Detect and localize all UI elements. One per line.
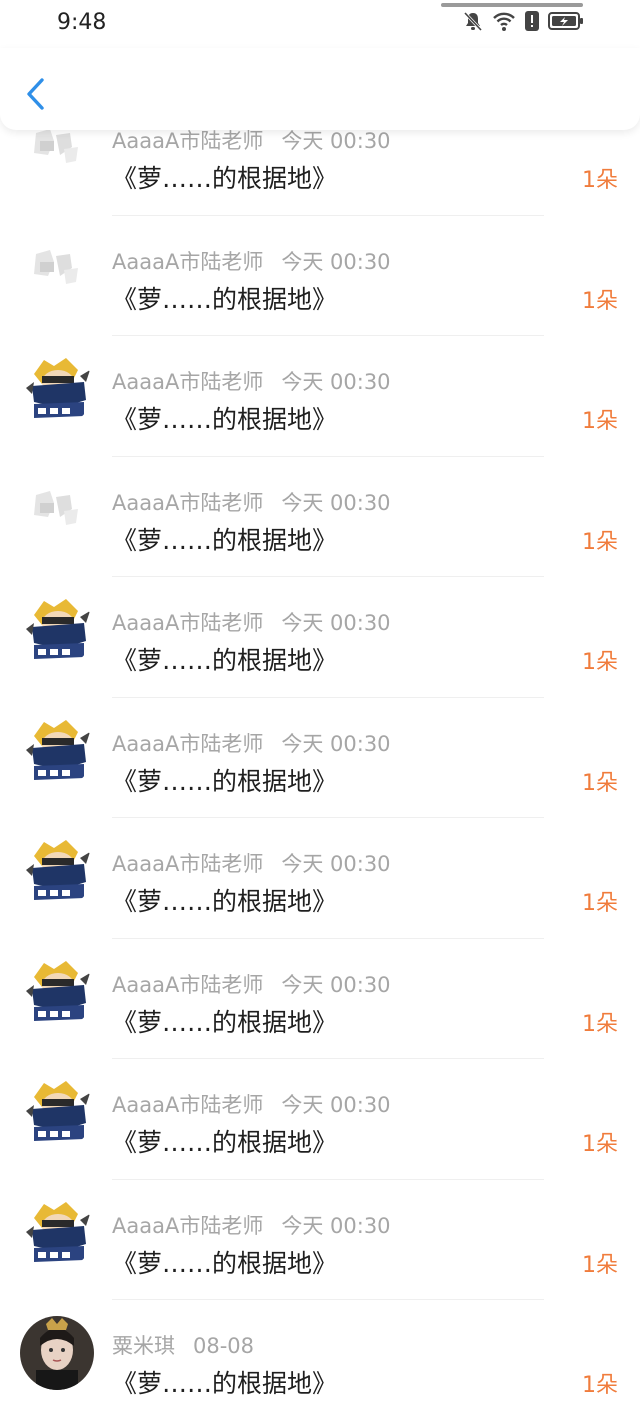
item-title: 《萝……的根据地》 [112,284,338,314]
list-item[interactable]: AaaaA市陆老师 今天 00:30 《萝……的根据地》 1朵 [0,336,640,457]
item-meta: AaaaA市陆老师 今天 00:30 [112,728,391,758]
item-title: 《萝……的根据地》 [112,405,338,434]
chevron-left-icon [27,78,44,110]
item-title: 《萝……的根据地》 [112,1248,338,1278]
item-meta: AaaaA市陆老师 今天 00:30 [112,487,391,517]
gift-count: 1朵 [582,168,618,193]
gift-count: 1朵 [582,1373,618,1398]
item-meta: 粟米琪 08-08 [112,1330,254,1360]
list-item[interactable]: AaaaA市陆老师 今天 00:30 《萝……的根据地》 1朵 [0,1180,640,1300]
sender-name[interactable]: AaaaA市陆老师 [112,732,263,756]
item-title: 《萝……的根据地》 [112,1128,338,1157]
timestamp: 今天 00:30 [281,611,391,635]
list-item[interactable]: AaaaA市陆老师 今天 00:30 《萝……的根据地》 1朵 [0,939,640,1059]
item-meta: AaaaA市陆老师 今天 00:30 [112,1089,391,1119]
list-item[interactable]: AaaaA市陆老师 今天 00:30 《萝……的根据地》 1朵 [0,216,640,336]
gift-count: 1朵 [582,1252,618,1278]
status-indicator-bar [441,3,583,7]
timestamp: 今天 00:30 [281,249,391,274]
battery-charging-icon [548,10,584,36]
bell-off-icon [462,10,484,36]
timestamp: 08-08 [193,1334,255,1358]
list-item[interactable]: AaaaA市陆老师 今天 00:30 《萝……的根据地》 1朵 [0,1059,640,1180]
avatar[interactable] [20,1316,94,1390]
timestamp: 今天 00:30 [281,852,391,876]
gift-list: AaaaA市陆老师 今天 00:30 《萝……的根据地》 1朵 AaaaA市陆老师 今天 … [0,95,640,1421]
avatar[interactable] [20,713,94,788]
avatar[interactable] [20,472,94,547]
item-meta: AaaaA市陆老师 今天 00:30 [112,366,391,396]
timestamp: 今天 00:30 [281,1093,391,1117]
sender-name[interactable]: AaaaA市陆老师 [112,1093,263,1117]
back-button[interactable] [22,76,52,112]
item-title: 《萝……的根据地》 [112,1369,338,1398]
avatar[interactable] [20,593,94,667]
sender-name[interactable]: AaaaA市陆老师 [112,129,263,153]
status-time: 9:48 [57,10,107,35]
item-meta: AaaaA市陆老师 今天 00:30 [112,607,391,637]
gift-count: 1朵 [582,288,618,314]
avatar[interactable] [20,352,94,426]
item-title: 《萝……的根据地》 [112,766,338,796]
timestamp: 今天 00:30 [281,129,391,153]
sender-name[interactable]: AaaaA市陆老师 [112,370,263,394]
list-item[interactable]: AaaaA市陆老师 今天 00:30 《萝……的根据地》 1朵 [0,577,640,698]
sender-name[interactable]: AaaaA市陆老师 [112,250,263,274]
sender-name[interactable]: AaaaA市陆老师 [112,1214,263,1238]
item-meta: AaaaA市陆老师 今天 00:30 [112,246,391,276]
gift-count: 1朵 [582,650,618,675]
item-meta: AaaaA市陆老师 今天 00:30 [112,969,391,999]
item-title: 《萝……的根据地》 [112,646,338,675]
wifi-icon [492,10,516,36]
gift-count: 1朵 [582,1011,618,1037]
alert-icon [524,10,540,36]
nav-header [0,48,640,130]
item-meta: AaaaA市陆老师 今天 00:30 [112,848,391,878]
sender-name[interactable]: AaaaA市陆老师 [112,611,263,635]
item-title: 《萝……的根据地》 [112,164,338,193]
item-meta: AaaaA市陆老师 今天 00:30 [112,1210,391,1240]
status-icons [462,10,584,36]
avatar[interactable] [20,231,94,306]
item-title: 《萝……的根据地》 [112,887,338,916]
timestamp: 今天 00:30 [281,972,391,997]
list-item[interactable]: AaaaA市陆老师 今天 00:30 《萝……的根据地》 1朵 [0,457,640,577]
avatar[interactable] [20,1075,94,1149]
list-item[interactable]: 粟米琪 08-08 《萝……的根据地》 1朵 [0,1300,640,1421]
sender-name[interactable]: AaaaA市陆老师 [112,852,263,876]
item-title: 《萝……的根据地》 [112,525,338,555]
timestamp: 今天 00:30 [281,490,391,515]
list-item[interactable]: AaaaA市陆老师 今天 00:30 《萝……的根据地》 1朵 [0,698,640,818]
gift-count: 1朵 [582,1132,618,1157]
timestamp: 今天 00:30 [281,731,391,756]
sender-name[interactable]: 粟米琪 [112,1334,175,1358]
avatar[interactable] [20,1195,94,1270]
gift-count: 1朵 [582,770,618,796]
timestamp: 今天 00:30 [281,370,391,394]
sender-name[interactable]: AaaaA市陆老师 [112,973,263,997]
list-item[interactable]: AaaaA市陆老师 今天 00:30 《萝……的根据地》 1朵 [0,818,640,939]
gift-count: 1朵 [582,891,618,916]
item-title: 《萝……的根据地》 [112,1007,338,1037]
avatar[interactable] [20,834,94,908]
gift-count: 1朵 [582,529,618,555]
timestamp: 今天 00:30 [281,1213,391,1238]
gift-count: 1朵 [582,409,618,434]
status-bar: 9:48 [0,0,640,48]
sender-name[interactable]: AaaaA市陆老师 [112,491,263,515]
avatar[interactable] [20,954,94,1029]
